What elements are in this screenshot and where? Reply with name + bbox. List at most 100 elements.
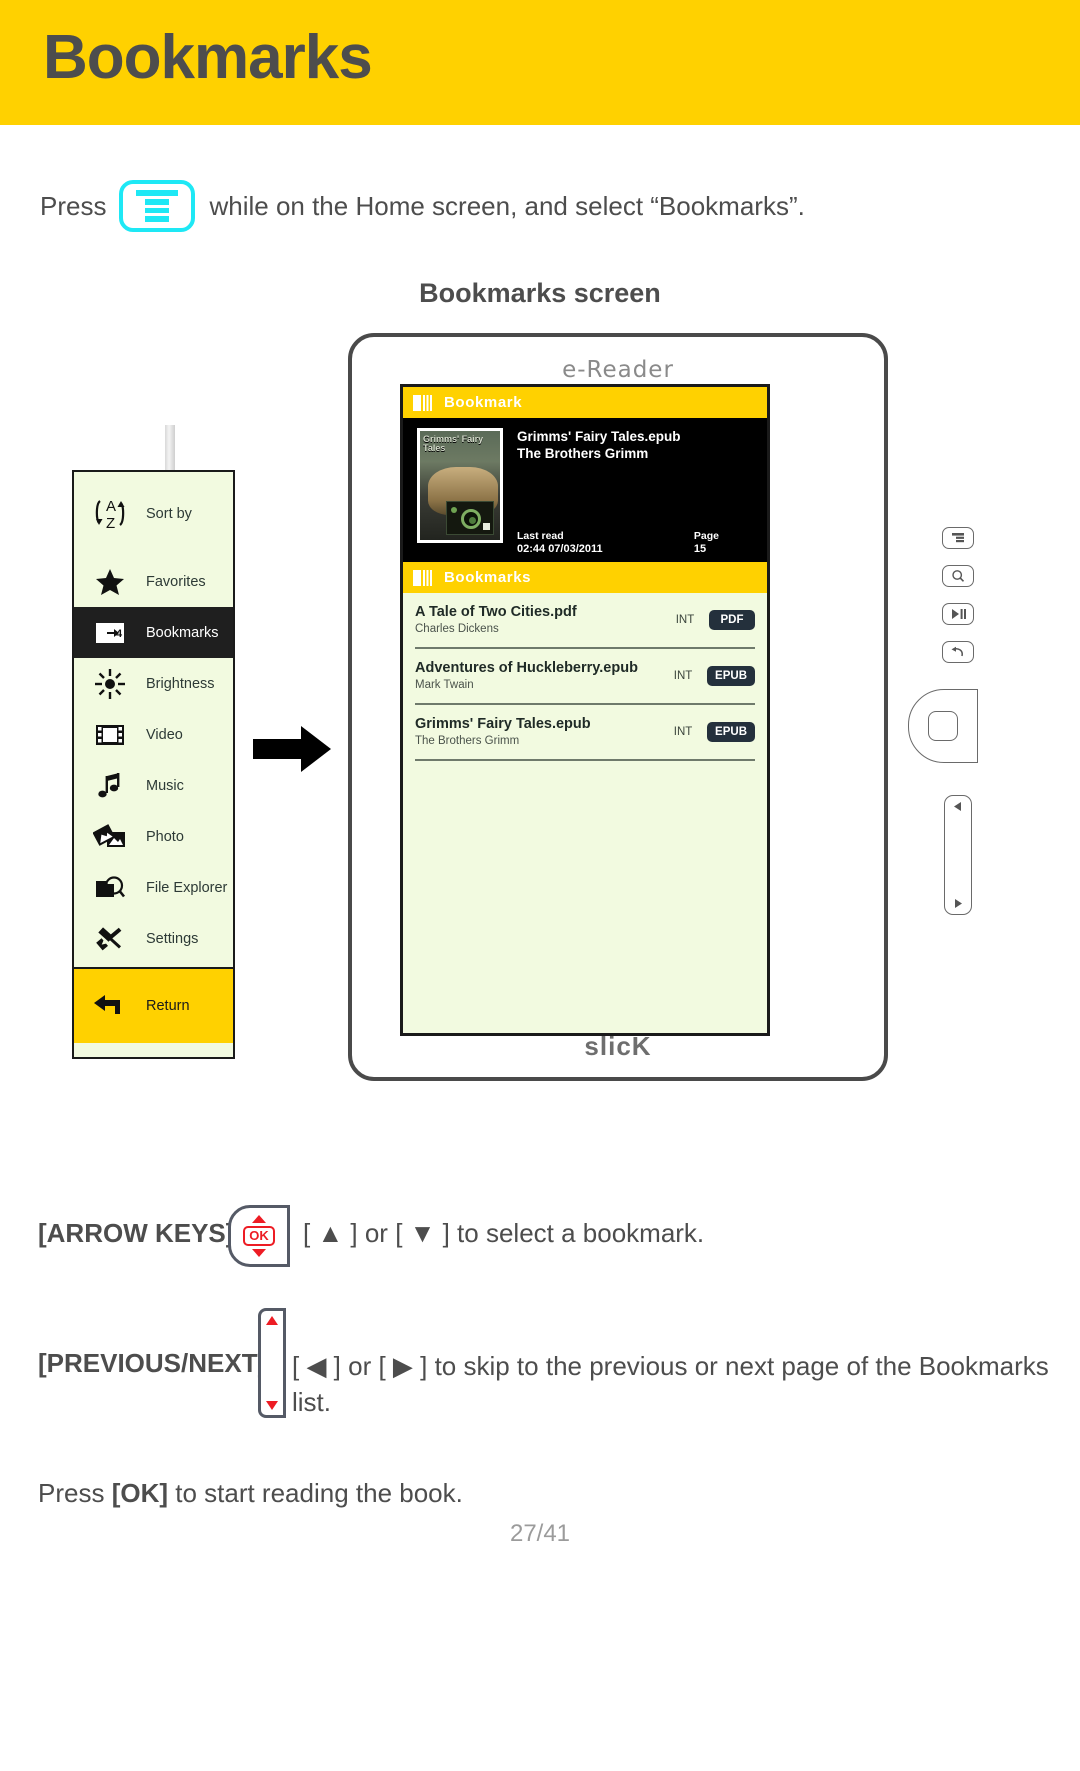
sidebar-item-label: Sort by bbox=[146, 506, 192, 522]
menu-bar-4 bbox=[145, 216, 170, 222]
magnifier-icon bbox=[952, 570, 965, 582]
star-icon bbox=[88, 567, 132, 597]
sidebar-item-photo[interactable]: Photo bbox=[74, 811, 233, 862]
arrow-keys-badge-icon: OK bbox=[228, 1205, 290, 1267]
row-title: Adventures of Huckleberry.epub bbox=[415, 660, 638, 676]
book-icon bbox=[412, 394, 434, 412]
intro-instruction: Press while on the Home screen, and sele… bbox=[40, 180, 805, 232]
ok-chip-label: OK bbox=[243, 1226, 275, 1246]
last-read-value: 02:44 07/03/2011 bbox=[517, 543, 603, 555]
back-arrow-icon bbox=[951, 646, 963, 657]
screen-bookmark-header: Bookmark bbox=[403, 387, 767, 418]
svg-text:Z: Z bbox=[106, 515, 115, 532]
prev-next-rocker[interactable] bbox=[944, 795, 972, 915]
ok-note-pre: Press bbox=[38, 1478, 112, 1508]
screen-bookmarks-header: Bookmarks bbox=[403, 562, 767, 593]
folder-search-icon bbox=[88, 874, 132, 902]
svg-text:4: 4 bbox=[116, 628, 123, 640]
last-read-block: Last read 02:44 07/03/2011 bbox=[517, 530, 603, 556]
list-item[interactable]: Adventures of Huckleberry.epub Mark Twai… bbox=[415, 649, 755, 705]
sidebar-item-file-explorer[interactable]: File Explorer bbox=[74, 862, 233, 913]
svg-text:A: A bbox=[106, 498, 116, 515]
bookmark-detail-panel: Grimms' Fairy Tales Grimms' Fairy Tales.… bbox=[403, 418, 767, 562]
page-label: Page bbox=[693, 530, 719, 542]
sidebar-item-label: Music bbox=[146, 777, 184, 794]
menu-key-icon bbox=[119, 180, 196, 232]
left-triangle-icon bbox=[266, 1316, 278, 1325]
sidebar-item-settings[interactable]: Settings bbox=[74, 913, 233, 964]
sidebar-item-music[interactable]: Music bbox=[74, 760, 233, 811]
ereader-device: e-Reader Bookmark Grimms' Fairy Tales Gr… bbox=[348, 333, 888, 1081]
row-location: INT bbox=[673, 670, 693, 682]
sidebar-item-label: Video bbox=[146, 726, 183, 743]
intro-post-text: while on the Home screen, and select “Bo… bbox=[209, 190, 805, 221]
book-icon bbox=[412, 569, 434, 587]
prev-next-label: [PREVIOUS/NEXT] bbox=[38, 1348, 267, 1378]
screen-header-label: Bookmark bbox=[444, 394, 523, 411]
book-cover-thumbnail: Grimms' Fairy Tales bbox=[417, 428, 503, 543]
cover-title-text: Grimms' Fairy Tales bbox=[423, 434, 484, 453]
page-number: 27/41 bbox=[509, 1520, 571, 1547]
sidebar-item-label: Photo bbox=[146, 828, 184, 845]
ok-note-post: to start reading the book. bbox=[168, 1478, 463, 1508]
prev-next-text: [ ◀ ] or [ ▶ ] to skip to the previous o… bbox=[292, 1351, 1049, 1417]
list-item[interactable]: Grimms' Fairy Tales.epub The Brothers Gr… bbox=[415, 705, 755, 761]
menu-button[interactable] bbox=[942, 527, 974, 549]
zoom-button[interactable] bbox=[942, 565, 974, 587]
ok-square-icon bbox=[928, 711, 958, 741]
row-author: Charles Dickens bbox=[415, 623, 499, 635]
row-format-badge: PDF bbox=[709, 610, 755, 630]
sidebar-item-favorites[interactable]: Favorites bbox=[74, 556, 233, 607]
row-title: Grimms' Fairy Tales.epub bbox=[415, 716, 591, 732]
row-location: INT bbox=[673, 726, 693, 738]
prev-next-badge-icon bbox=[258, 1308, 286, 1418]
sidebar-item-label: Bookmarks bbox=[146, 624, 219, 641]
menu-bar-1 bbox=[136, 190, 179, 197]
row-format-badge: EPUB bbox=[707, 722, 755, 742]
manual-page: Bookmarks Press while on the Home screen… bbox=[0, 0, 1080, 1771]
sort-az-icon: A Z bbox=[88, 495, 132, 533]
arrow-keys-label: [ARROW KEYS] bbox=[38, 1218, 235, 1248]
page-title: Bookmarks bbox=[43, 23, 373, 92]
down-triangle-icon bbox=[252, 1249, 266, 1257]
bookmarks-list: A Tale of Two Cities.pdf Charles Dickens… bbox=[403, 593, 767, 761]
last-read-label: Last read bbox=[517, 530, 564, 542]
tools-icon bbox=[88, 924, 132, 954]
device-screen: Bookmark Grimms' Fairy Tales Grimms' Fai… bbox=[400, 384, 770, 1036]
list-item[interactable]: A Tale of Two Cities.pdf Charles Dickens… bbox=[415, 593, 755, 649]
cover-camera-square bbox=[483, 523, 490, 530]
detail-book-title: Grimms' Fairy Tales.epub bbox=[517, 429, 681, 444]
section-title: Bookmarks screen bbox=[419, 278, 661, 308]
right-triangle-icon bbox=[266, 1401, 278, 1410]
play-pause-icon bbox=[952, 609, 966, 619]
row-location: INT bbox=[675, 614, 695, 626]
page-block: Page 15 bbox=[694, 530, 755, 556]
menu-bar-3 bbox=[145, 207, 170, 214]
sidebar-item-video[interactable]: Video bbox=[74, 709, 233, 760]
cover-camera-lens bbox=[461, 509, 481, 529]
sidebar-item-return[interactable]: Return bbox=[74, 967, 233, 1043]
prev-arrow-icon bbox=[954, 802, 961, 811]
play-pause-button[interactable] bbox=[942, 603, 974, 625]
device-brand-bottom: slicK bbox=[584, 1031, 652, 1061]
sidebar-item-bookmarks[interactable]: 4 Bookmarks bbox=[74, 607, 233, 658]
sidebar-item-label: File Explorer bbox=[146, 879, 228, 896]
bookmarks-icon: 4 bbox=[88, 620, 132, 646]
row-format-badge: EPUB bbox=[707, 666, 755, 686]
cover-camera-dot bbox=[451, 507, 457, 513]
sidebar-item-label: Return bbox=[146, 998, 190, 1014]
intro-pre-text: Press bbox=[40, 190, 107, 221]
ok-note-bold: [OK] bbox=[111, 1478, 169, 1508]
screen-list-header-label: Bookmarks bbox=[444, 569, 532, 586]
sidebar-item-brightness[interactable]: Brightness bbox=[74, 658, 233, 709]
page-value: 15 bbox=[693, 543, 707, 555]
detail-book-author: The Brothers Grimm bbox=[517, 446, 649, 461]
menu-icon bbox=[952, 533, 964, 543]
sun-icon bbox=[88, 668, 132, 700]
back-button[interactable] bbox=[942, 641, 974, 663]
sidebar-item-sort-by[interactable]: A Z Sort by bbox=[74, 472, 233, 556]
sidebar-item-label: Favorites bbox=[146, 573, 206, 590]
next-arrow-icon bbox=[955, 899, 962, 908]
film-icon bbox=[88, 722, 132, 748]
ok-button[interactable] bbox=[908, 689, 978, 763]
